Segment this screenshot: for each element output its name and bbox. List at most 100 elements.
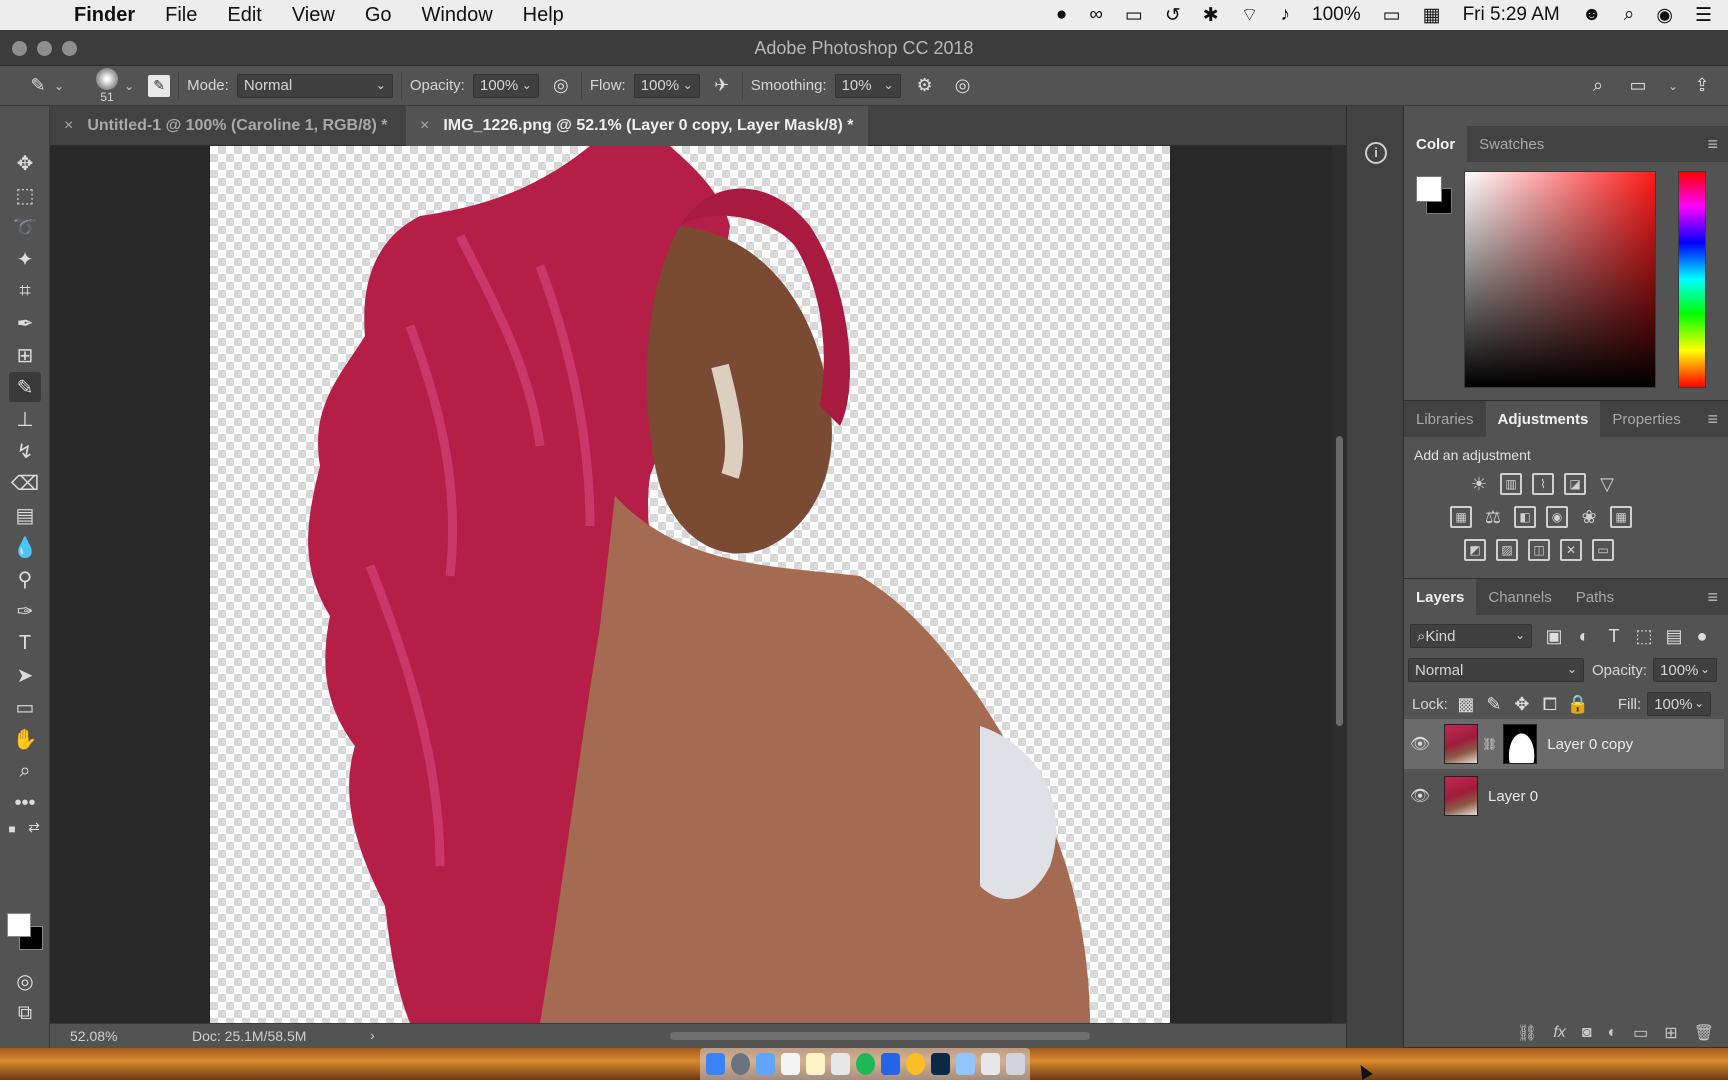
document-canvas[interactable] <box>210 146 1170 1023</box>
chevron-down-icon[interactable]: ⌄ <box>683 78 693 92</box>
finder-dock-icon[interactable] <box>705 1053 725 1075</box>
exposure-icon[interactable]: ◪ <box>1564 473 1586 495</box>
type-tool-icon[interactable]: T <box>9 628 41 658</box>
chevron-down-icon[interactable]: ⌄ <box>884 78 894 92</box>
posterize-icon[interactable]: ▨ <box>1496 539 1518 561</box>
user-icon[interactable]: ☻ <box>1582 4 1602 26</box>
tab-adjustments[interactable]: Adjustments <box>1485 401 1601 437</box>
tab-layers[interactable]: Layers <box>1404 579 1477 615</box>
layer-thumbnail[interactable] <box>1444 724 1478 764</box>
path-selection-tool-icon[interactable]: ➤ <box>9 660 41 690</box>
vertical-scrollbar[interactable] <box>1332 146 1346 1023</box>
screen-mode-icon[interactable]: ⧉ <box>9 998 41 1028</box>
wifi-icon[interactable]: ⌔ <box>1241 3 1259 27</box>
tab-color[interactable]: Color <box>1404 126 1468 162</box>
brush-preset-picker[interactable]: 51 <box>94 67 120 104</box>
launchpad-dock-icon[interactable] <box>730 1053 750 1075</box>
link-layers-icon[interactable]: ⛓ <box>1517 1023 1537 1043</box>
panel-menu-icon[interactable]: ≡ <box>1707 587 1718 608</box>
invert-icon[interactable]: ◩ <box>1464 539 1486 561</box>
downloads-dock-icon[interactable] <box>980 1053 1000 1075</box>
new-adjustment-layer-icon[interactable]: ◐ <box>1607 1024 1617 1042</box>
time-machine-icon[interactable]: ↺ <box>1165 4 1181 27</box>
magic-wand-tool-icon[interactable]: ✦ <box>9 244 41 274</box>
layer-name[interactable]: Layer 0 copy <box>1547 736 1633 753</box>
brush-preset-caret-icon[interactable]: ⌄ <box>124 79 134 93</box>
pressure-opacity-icon[interactable]: ◎ <box>549 74 573 98</box>
new-group-icon[interactable]: ▭ <box>1633 1023 1648 1043</box>
rectangle-tool-icon[interactable]: ▭ <box>9 692 41 722</box>
chevron-down-icon[interactable]: ⌄ <box>1700 662 1710 676</box>
menu-window[interactable]: Window <box>422 4 493 27</box>
brush-tool-icon[interactable]: ✎ <box>26 74 50 98</box>
menu-app-name[interactable]: Finder <box>74 4 135 27</box>
curves-icon[interactable]: ⌇ <box>1532 473 1554 495</box>
tool-preset-caret-icon[interactable]: ⌄ <box>54 79 64 93</box>
tab-libraries[interactable]: Libraries <box>1404 401 1486 437</box>
trash-dock-icon[interactable] <box>1005 1053 1025 1075</box>
menu-edit[interactable]: Edit <box>227 4 261 27</box>
hue-saturation-icon[interactable]: ▦ <box>1450 506 1472 528</box>
pen-tool-icon[interactable]: ✑ <box>9 596 41 626</box>
mask-link-icon[interactable]: ⛓ <box>1482 737 1497 751</box>
photo-filter-icon[interactable]: ◉ <box>1546 506 1568 528</box>
airbrush-icon[interactable]: ✈ <box>710 74 734 98</box>
color-lookup-icon[interactable]: ▦ <box>1610 506 1632 528</box>
lock-position-icon[interactable]: ✥ <box>1510 692 1534 716</box>
foreground-color-swatch[interactable] <box>7 913 31 937</box>
tab-channels[interactable]: Channels <box>1476 579 1563 615</box>
dodge-tool-icon[interactable]: ⚲ <box>9 564 41 594</box>
layer-thumbnail[interactable] <box>1444 776 1478 816</box>
workspace-caret-icon[interactable]: ⌄ <box>1668 79 1678 93</box>
brightness-icon[interactable]: ☀ <box>1468 473 1490 495</box>
tab-properties[interactable]: Properties <box>1600 401 1692 437</box>
menu-file[interactable]: File <box>165 4 197 27</box>
lock-all-icon[interactable]: 🔒 <box>1566 692 1590 716</box>
chevron-down-icon[interactable]: ⌄ <box>1694 696 1704 710</box>
panel-menu-icon[interactable]: ≡ <box>1707 134 1718 155</box>
blur-tool-icon[interactable]: 💧 <box>9 532 41 562</box>
workspace-icon[interactable]: ▭ <box>1626 74 1650 98</box>
panel-menu-icon[interactable]: ≡ <box>1707 409 1718 430</box>
fill-field[interactable]: 100% ⌄ <box>1647 692 1712 716</box>
crop-tool-icon[interactable]: ⌗ <box>9 276 41 306</box>
word-dock-icon[interactable] <box>880 1053 900 1075</box>
layer-style-fx-icon[interactable]: fx <box>1553 1024 1565 1042</box>
spotlight-search-icon[interactable]: ⌕ <box>1624 4 1635 26</box>
calendar-dock-icon[interactable] <box>780 1053 800 1075</box>
volume-icon[interactable]: ♪ <box>1281 4 1291 26</box>
vibrance-icon[interactable]: ▽ <box>1596 473 1618 495</box>
foreground-color-swatch[interactable] <box>1416 176 1442 202</box>
close-tab-icon[interactable]: × <box>420 117 429 135</box>
siri-icon[interactable]: ◉ <box>1656 4 1673 27</box>
channel-mixer-icon[interactable]: ❀ <box>1578 506 1600 528</box>
smart-object-filter-icon[interactable]: ▤ <box>1662 624 1686 648</box>
add-mask-icon[interactable]: ◙ <box>1582 1024 1592 1042</box>
chevron-down-icon[interactable]: ⌄ <box>522 78 532 92</box>
delete-layer-icon[interactable]: 🗑 <box>1694 1023 1714 1043</box>
adjustment-layer-filter-icon[interactable]: ◐ <box>1572 624 1596 648</box>
notification-center-icon[interactable]: ☰ <box>1695 4 1712 27</box>
gradient-map-icon[interactable]: ▭ <box>1592 539 1614 561</box>
flow-field[interactable]: 100% ⌄ <box>633 73 700 98</box>
menu-clock[interactable]: Fri 5:29 AM <box>1463 4 1560 26</box>
eye-visibility-icon[interactable]: 👁 <box>1404 786 1436 806</box>
type-layer-filter-icon[interactable]: T <box>1602 624 1626 648</box>
search-icon[interactable]: ⌕ <box>1586 74 1610 98</box>
levels-icon[interactable]: ▥ <box>1500 473 1522 495</box>
brush-settings-toggle-icon[interactable]: ✎ <box>148 74 171 97</box>
eyedropper-tool-icon[interactable]: ✒ <box>9 308 41 338</box>
tab-untitled-1[interactable]: × Untitled-1 @ 100% (Caroline 1, RGB/8) … <box>50 106 401 146</box>
spotify-dock-icon[interactable] <box>855 1053 875 1075</box>
blend-mode-dropdown[interactable]: Normal ⌄ <box>1408 658 1584 682</box>
quick-mask-icon[interactable]: ◎ <box>9 966 41 996</box>
battery-icon[interactable]: ▭ <box>1383 4 1401 27</box>
lock-transparent-pixels-icon[interactable]: ▩ <box>1454 692 1478 716</box>
preview-dock-icon[interactable] <box>955 1053 975 1075</box>
brush-tool-icon[interactable]: ✎ <box>9 372 41 402</box>
layer-row[interactable]: 👁 Layer 0 <box>1404 771 1724 821</box>
gradient-tool-icon[interactable]: ▤ <box>9 500 41 530</box>
photoshop-dock-icon[interactable] <box>930 1053 950 1075</box>
pressure-size-icon[interactable]: ◎ <box>951 74 975 98</box>
eraser-tool-icon[interactable]: ⌫ <box>9 468 41 498</box>
